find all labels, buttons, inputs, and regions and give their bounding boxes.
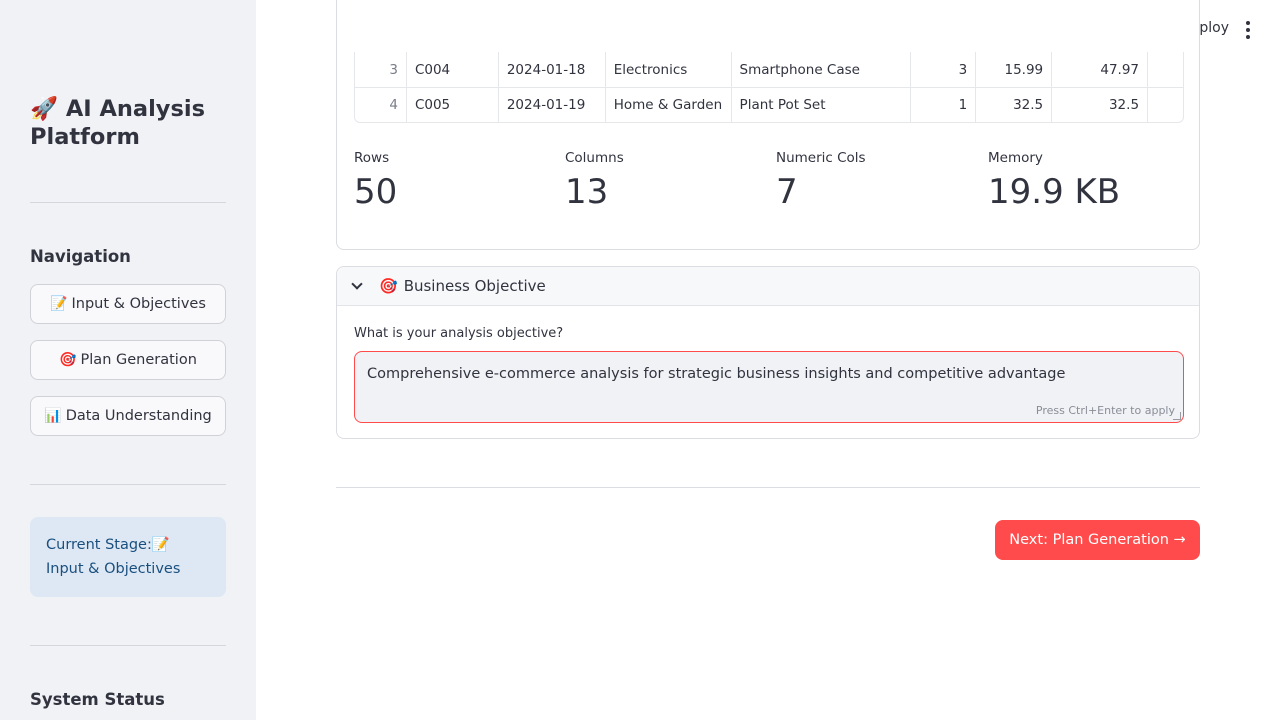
table-cell: 32.5 xyxy=(975,88,1051,122)
metric-value: 50 xyxy=(354,172,398,212)
data-preview-card: 3 C004 2024-01-18 Electronics Smartphone… xyxy=(336,0,1200,250)
table-cell: Home & Garden xyxy=(604,88,731,122)
business-objective-expander: 🎯 Business Objective What is your analysi… xyxy=(336,266,1200,439)
sidebar: 🚀 AI Analysis Platform Navigation 📝 Inpu… xyxy=(0,0,256,720)
table-cell: 2024-01-18 xyxy=(497,52,605,87)
nav-button-label: Input & Objectives xyxy=(71,296,206,312)
navigation-heading: Navigation xyxy=(30,247,131,266)
table-cell: C004 xyxy=(405,52,498,87)
table-cell: 47.97 xyxy=(1051,52,1147,87)
metric-rows: Rows 50 xyxy=(354,150,397,212)
nav-button-plan-generation[interactable]: 🎯 Plan Generation xyxy=(30,340,226,380)
metric-value: 13 xyxy=(565,172,609,212)
metric-value: 7 xyxy=(776,172,798,212)
metric-label: Numeric Cols xyxy=(776,150,866,166)
apply-hint: Press Ctrl+Enter to apply xyxy=(1035,404,1175,417)
menu-dot xyxy=(1246,35,1250,39)
table-cell: 2024-01-19 xyxy=(497,88,605,122)
sidebar-divider xyxy=(30,202,226,203)
metric-label: Memory xyxy=(988,150,1043,166)
nav-button-label: Data Understanding xyxy=(65,408,212,424)
row-index: 3 xyxy=(389,61,398,78)
expander-title: 🎯 Business Objective xyxy=(379,277,546,295)
table-cell: 1 xyxy=(910,88,975,122)
row-index: 4 xyxy=(389,97,398,113)
table-cell: C005 xyxy=(405,88,498,122)
table-cell: 3 xyxy=(910,52,975,87)
table-cell xyxy=(1147,52,1183,87)
nav-button-label: Plan Generation xyxy=(80,352,197,368)
metric-memory: Memory 19.9 KB xyxy=(988,150,1120,212)
target-icon: 🎯 xyxy=(59,352,77,368)
table-cell: 32.5 xyxy=(1051,88,1147,122)
sidebar-divider xyxy=(30,484,226,485)
objective-textarea[interactable]: Comprehensive e-commerce analysis for st… xyxy=(354,351,1184,423)
table-row: 3 C004 2024-01-18 Electronics Smartphone… xyxy=(355,52,1183,87)
bar-chart-icon: 📊 xyxy=(44,408,62,424)
metric-label: Rows xyxy=(354,150,390,166)
metric-columns: Columns 13 xyxy=(565,150,624,212)
table-cell: Electronics xyxy=(604,52,731,87)
table-cell: Smartphone Case xyxy=(730,52,911,87)
nav-button-data-understanding[interactable]: 📊 Data Understanding xyxy=(30,396,226,436)
chevron-down-icon xyxy=(351,278,363,290)
metric-numeric-cols: Numeric Cols 7 xyxy=(776,150,866,212)
metric-value: 19.9 KB xyxy=(988,172,1121,212)
app-title: 🚀 AI Analysis Platform xyxy=(30,95,230,151)
next-plan-generation-button[interactable]: Next: Plan Generation → xyxy=(995,520,1200,560)
menu-dot xyxy=(1246,28,1250,32)
memo-icon: 📝 xyxy=(151,537,170,553)
objective-text: Comprehensive e-commerce analysis for st… xyxy=(367,366,1066,382)
resize-handle-icon[interactable] xyxy=(1173,412,1181,420)
expander-title-text: Business Objective xyxy=(403,277,546,295)
metric-label: Columns xyxy=(565,150,624,166)
table-cell: Plant Pot Set xyxy=(730,88,911,122)
expander-header[interactable]: 🎯 Business Objective xyxy=(337,267,1199,306)
nav-button-input-objectives[interactable]: 📝 Input & Objectives xyxy=(30,284,226,324)
sidebar-divider xyxy=(30,645,226,646)
rocket-icon: 🚀 xyxy=(30,96,59,122)
menu-dot xyxy=(1246,21,1250,25)
target-icon: 🎯 xyxy=(379,277,398,295)
objective-field-label: What is your analysis objective? xyxy=(354,326,564,341)
table-row: 4 C005 2024-01-19 Home & Garden Plant Po… xyxy=(355,87,1183,122)
table-cell xyxy=(1147,88,1183,122)
data-table[interactable]: 3 C004 2024-01-18 Electronics Smartphone… xyxy=(354,52,1184,123)
main-divider xyxy=(336,487,1200,488)
current-stage-info: Current Stage:📝 Input & Objectives xyxy=(30,517,226,597)
table-cell: 15.99 xyxy=(975,52,1051,87)
memo-icon: 📝 xyxy=(50,296,68,312)
current-stage-prefix: Current Stage: xyxy=(46,537,152,553)
current-stage-value: Input & Objectives xyxy=(46,561,181,577)
kebab-menu-icon[interactable] xyxy=(1240,20,1256,40)
system-status-heading: System Status xyxy=(30,690,165,709)
